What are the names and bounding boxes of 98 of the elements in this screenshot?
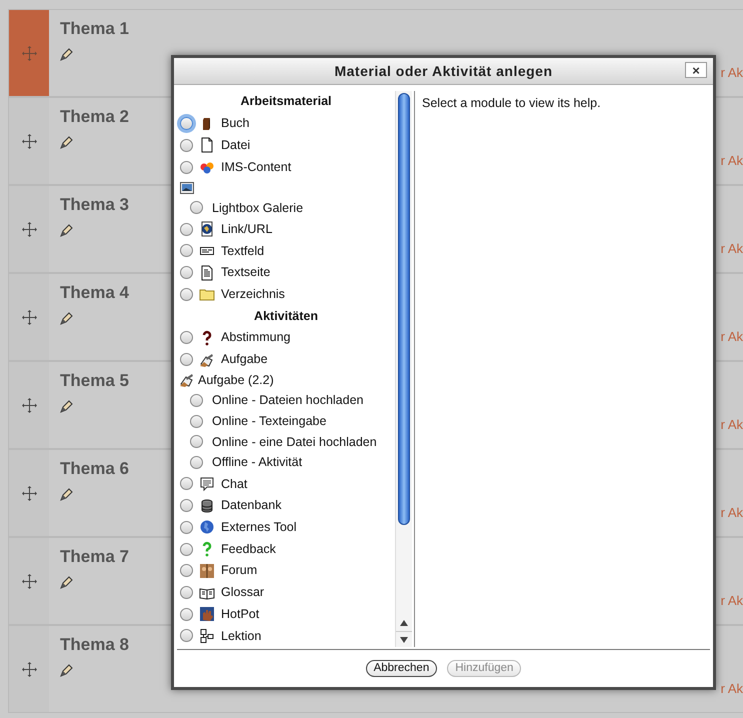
drag-handle[interactable] [9, 274, 49, 360]
radio-button[interactable] [180, 629, 193, 642]
drag-handle[interactable] [9, 98, 49, 184]
close-button[interactable]: × [685, 62, 707, 78]
module-label[interactable]: HotPot [221, 604, 260, 624]
edit-icon[interactable] [60, 400, 73, 413]
radio-button[interactable] [180, 353, 193, 366]
radio-button[interactable] [190, 414, 203, 428]
edit-icon[interactable] [60, 224, 73, 237]
radio-button[interactable] [180, 266, 193, 280]
help-text: Select a module to view its help. [422, 96, 601, 110]
radio-button[interactable] [180, 542, 193, 556]
radio-button[interactable] [190, 435, 203, 448]
module-label[interactable]: Textfeld [221, 242, 264, 260]
radio-button[interactable] [190, 394, 203, 407]
drag-handle[interactable] [9, 450, 49, 536]
module-label[interactable]: Link/URL [221, 220, 272, 239]
module-label[interactable]: Externes Tool [221, 518, 297, 537]
drag-handle[interactable] [9, 626, 49, 712]
file-icon [199, 137, 215, 154]
hand-pencil-icon [199, 352, 215, 368]
scrollbar-thumb[interactable] [398, 93, 410, 525]
module-label[interactable]: Chat [221, 474, 248, 494]
topic-title: Thema 4 [60, 283, 129, 303]
module-label[interactable]: Textseite [221, 263, 270, 282]
radio-button[interactable] [180, 138, 193, 152]
radio-button[interactable] [180, 499, 193, 512]
dialog-button[interactable]: Abbrechen [366, 660, 438, 677]
module-label[interactable]: Buch [221, 114, 250, 133]
topic-title: Thema 8 [60, 635, 129, 655]
scrollbar[interactable] [395, 91, 412, 647]
module-option-label[interactable]: Online - Dateien hochladen [212, 391, 364, 410]
radio-button[interactable] [180, 288, 193, 301]
radio-button[interactable] [180, 244, 193, 258]
radio-button[interactable] [190, 201, 203, 214]
radio-button[interactable] [180, 520, 193, 534]
move-icon[interactable] [22, 574, 36, 588]
module-label[interactable]: Verzeichnis [221, 285, 285, 304]
category-heading: Aktivitäten [254, 308, 318, 325]
drag-handle[interactable] [9, 10, 49, 96]
flowchart-icon [199, 628, 215, 644]
drag-handle[interactable] [9, 362, 49, 448]
module-label[interactable]: Datenbank [221, 496, 282, 516]
module-option-label[interactable]: Online - Texteingabe [212, 412, 326, 431]
radio-button[interactable] [180, 477, 193, 490]
radio-button[interactable] [180, 564, 193, 578]
text-page-icon [199, 264, 215, 281]
move-icon[interactable] [22, 310, 36, 324]
hand-icon [199, 606, 215, 622]
topic-title: Thema 7 [60, 547, 129, 567]
edit-icon[interactable] [60, 488, 73, 501]
edit-icon[interactable] [60, 312, 73, 325]
edit-icon[interactable] [60, 664, 73, 677]
move-icon[interactable] [22, 486, 36, 500]
move-icon[interactable] [22, 134, 36, 148]
radio-button[interactable] [180, 117, 193, 130]
hand-pencil-icon [179, 372, 195, 388]
database-icon [199, 498, 215, 514]
module-label[interactable]: IMS-Content [221, 158, 292, 176]
module-label[interactable]: Forum [221, 561, 258, 580]
module-label[interactable]: Lektion [221, 626, 262, 646]
dialog-title: Material oder Aktivität anlegen [334, 62, 553, 81]
down-arrow-icon [400, 636, 408, 642]
move-icon[interactable] [22, 222, 36, 236]
drag-handle[interactable] [9, 186, 49, 272]
move-icon[interactable] [22, 662, 36, 676]
module-label[interactable]: Datei [221, 136, 250, 155]
module-group-label: Aufgabe (2.2) [198, 372, 274, 389]
radio-button[interactable] [190, 456, 203, 470]
edit-icon[interactable] [60, 136, 73, 149]
photo-icon [179, 180, 195, 196]
drag-handle[interactable] [9, 538, 49, 624]
up-arrow-icon [400, 620, 408, 626]
module-label[interactable]: Feedback [221, 540, 276, 558]
category-heading: Arbeitsmaterial [240, 93, 332, 110]
topic-title: Thema 5 [60, 371, 129, 391]
globe-icon [199, 519, 215, 536]
topic-title: Thema 1 [60, 19, 129, 39]
radio-button[interactable] [180, 608, 193, 621]
topic-title: Thema 2 [60, 107, 129, 127]
radio-button[interactable] [180, 586, 193, 600]
module-option-label[interactable]: Online - eine Datei hochladen [212, 432, 377, 452]
radio-button[interactable] [180, 331, 193, 344]
module-option-label[interactable]: Lightbox Galerie [212, 198, 304, 218]
module-label[interactable]: Abstimmung [221, 328, 290, 348]
module-option-label[interactable]: Offline - Aktivität [212, 453, 302, 472]
radio-button[interactable] [180, 160, 193, 174]
radio-button[interactable] [180, 222, 193, 236]
module-label[interactable]: Aufgabe [221, 350, 268, 369]
globe-icon [199, 221, 215, 238]
move-icon[interactable] [22, 398, 36, 412]
edit-icon[interactable] [60, 48, 73, 61]
edit-icon[interactable] [60, 576, 73, 589]
forum-icon [199, 562, 215, 579]
speech-bubble-icon [199, 476, 215, 492]
module-label[interactable]: Glossar [221, 583, 264, 602]
topic-title: Thema 6 [60, 459, 129, 479]
topic-title: Thema 3 [60, 195, 129, 215]
